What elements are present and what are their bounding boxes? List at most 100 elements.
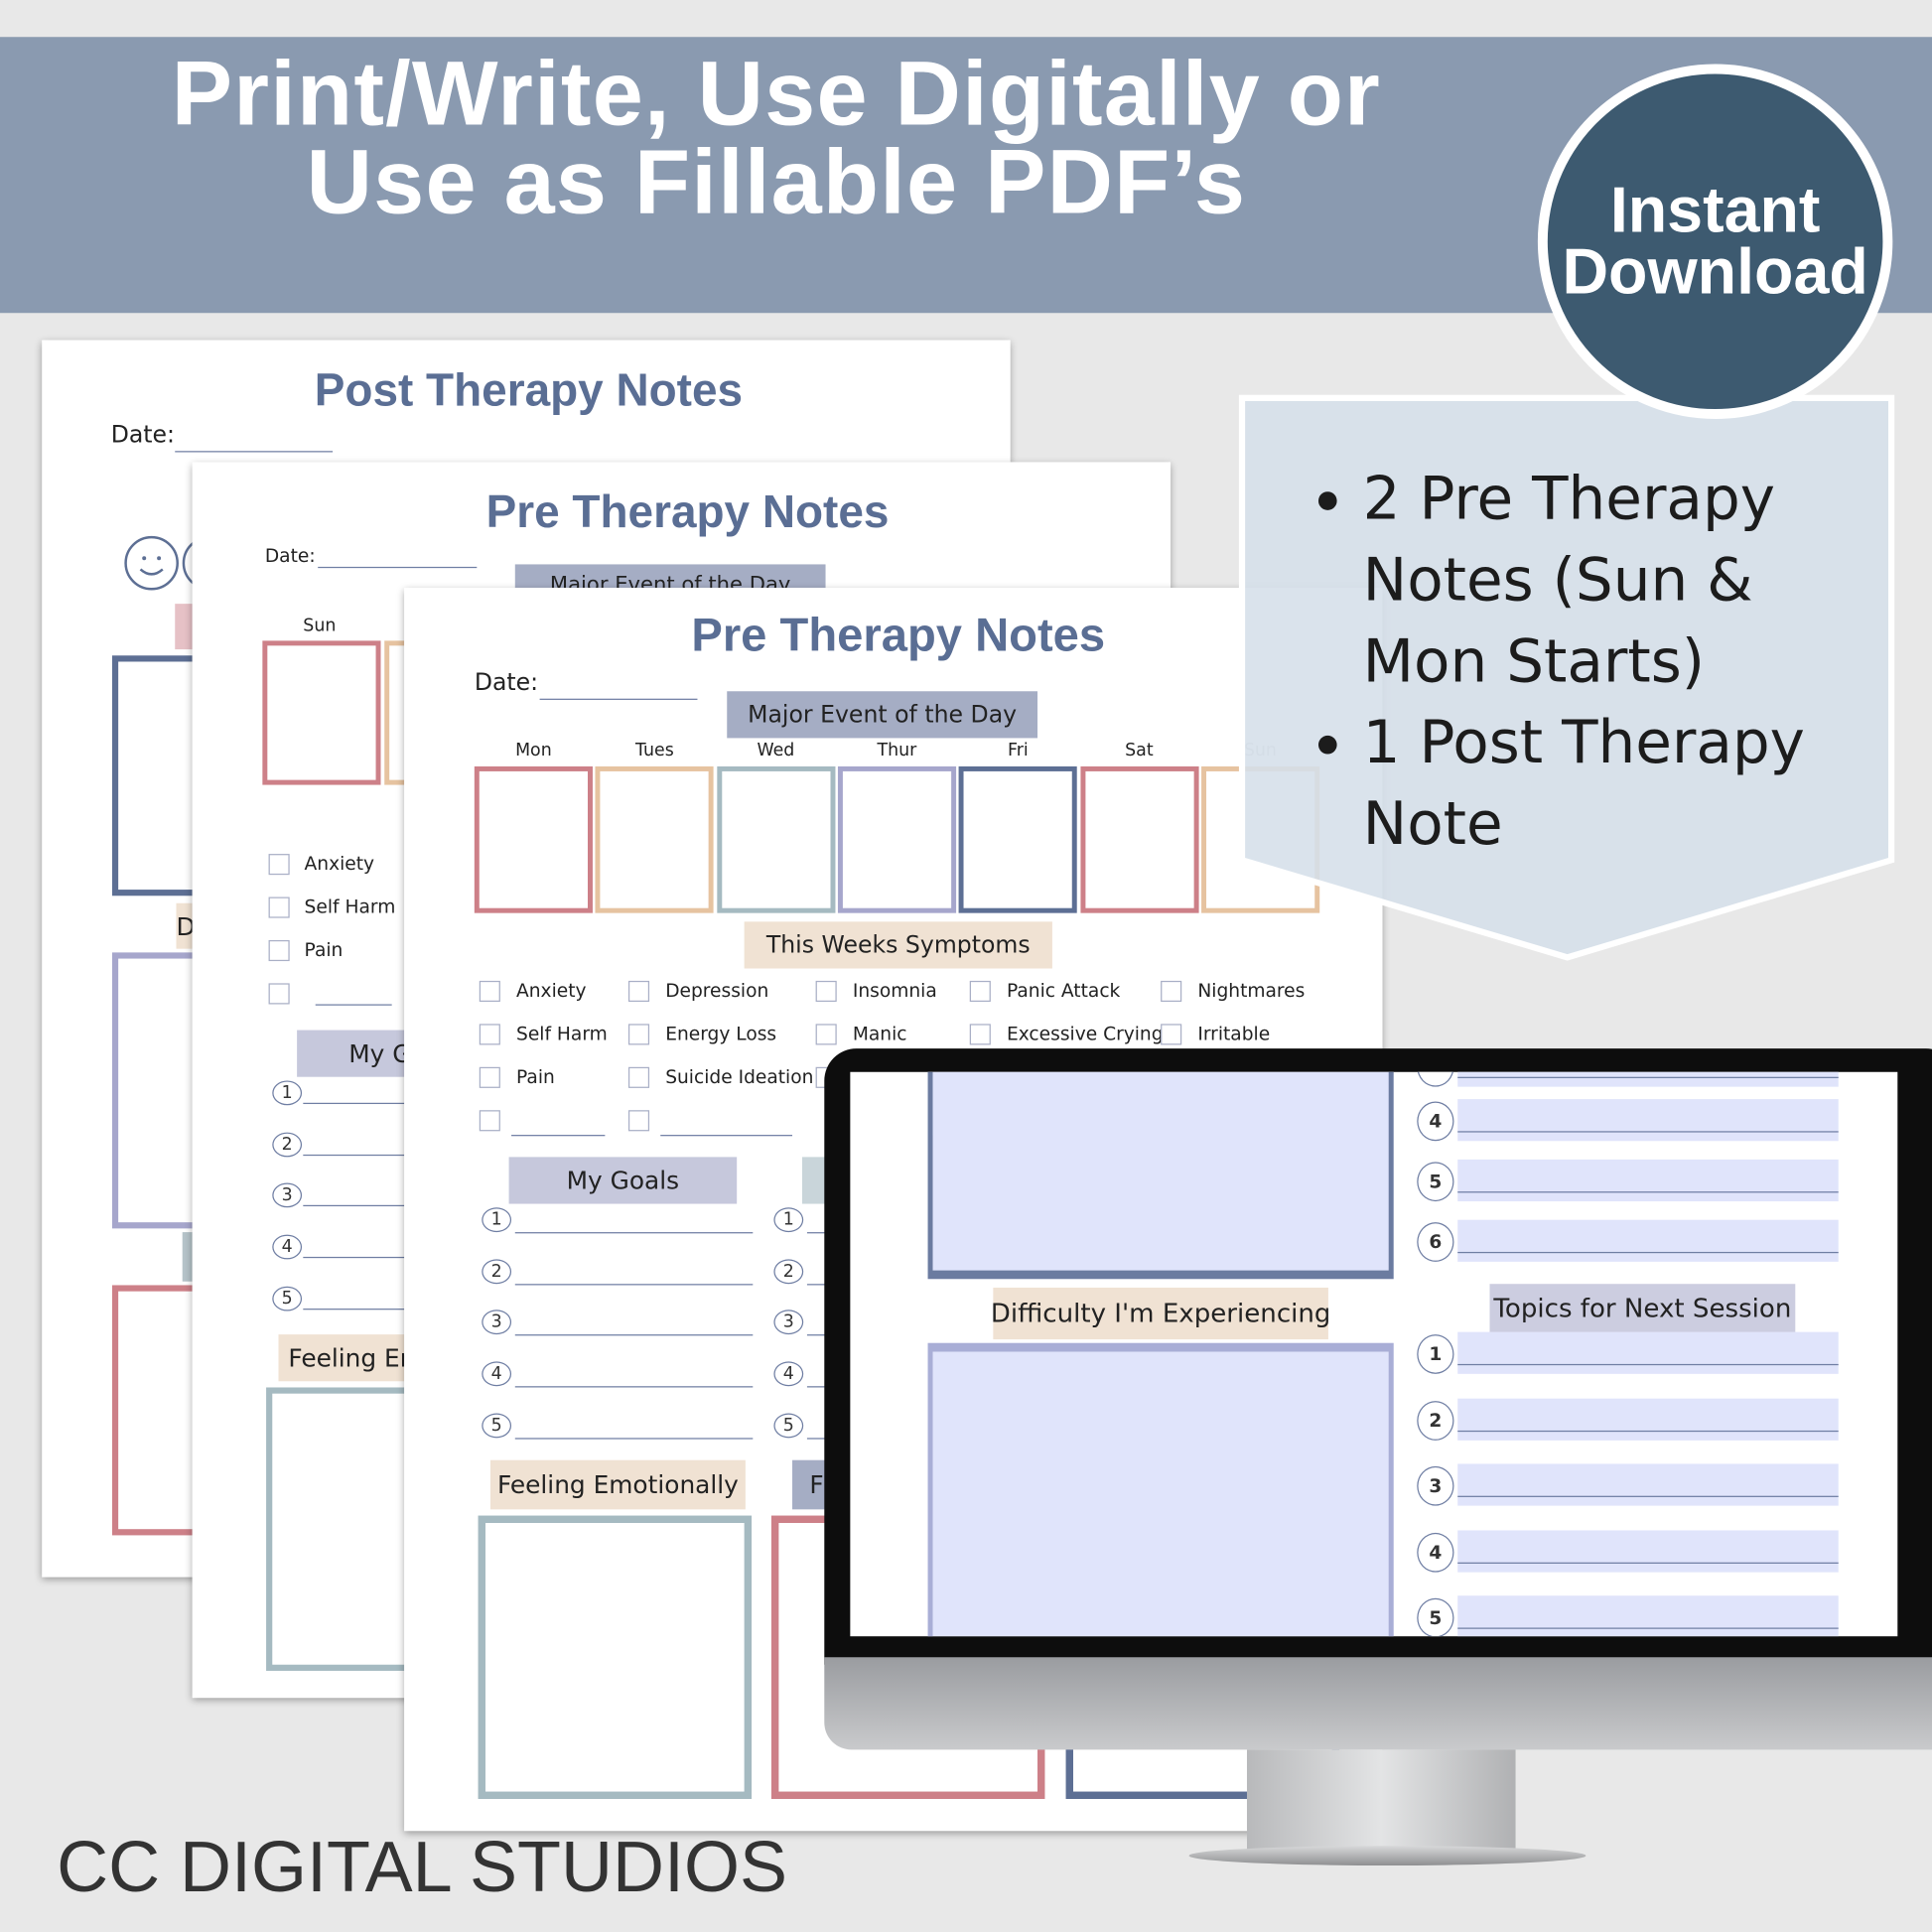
checkbox[interactable] [627,1024,650,1045]
fillable-line-field[interactable] [1457,1463,1839,1506]
feeling-box[interactable] [478,1515,753,1800]
day-box-wed[interactable] [716,765,835,913]
day-box-thur[interactable] [837,765,956,913]
symptom-label: Nightmares [1197,979,1306,1003]
day-label: Mon [515,740,552,760]
banner-title: Print/Write, Use Digitally or Use as Fil… [0,42,1553,227]
section-label: This Weeks Symptoms [744,921,1052,969]
checkbox[interactable] [268,854,290,876]
custom-symptom-field[interactable] [660,1135,793,1137]
date-label: Date: [264,544,316,567]
line [1457,1131,1839,1133]
goal-number: 1 [482,1207,512,1233]
fillable-line-field[interactable] [1457,1071,1839,1087]
goal-line[interactable] [514,1438,754,1440]
goal-number: 3 [773,1310,804,1335]
goal-number: 1 [272,1080,303,1106]
day-label: Sun [303,616,337,636]
fillable-line-field[interactable] [1457,1398,1839,1441]
symptom-label: Panic Attack [1006,979,1121,1003]
fillable-line-field[interactable] [1457,1530,1839,1573]
checkbox[interactable] [479,980,500,1003]
date-field[interactable] [175,451,334,453]
checkbox[interactable] [627,980,650,1003]
line [1457,1430,1839,1432]
goal-number: 5 [773,1413,804,1439]
goal-line[interactable] [514,1283,754,1286]
feature-item: 1 Post Therapy Note [1363,702,1832,865]
checkbox[interactable] [268,939,290,962]
goal-number: 2 [482,1259,512,1284]
goal-number: 3 [482,1310,512,1335]
checkbox[interactable] [479,1024,500,1045]
checkbox[interactable] [268,983,290,1005]
fillable-line-field[interactable] [1457,1099,1839,1142]
checkbox[interactable] [969,980,991,1003]
fillable-text-area[interactable] [927,1071,1394,1280]
line [1457,1495,1839,1498]
goal-number: 2 [773,1259,804,1284]
symptom-label: Insomnia [852,979,937,1003]
checkbox[interactable] [1161,980,1182,1003]
day-label: Tues [635,740,674,760]
symptom-label: Anxiety [516,979,587,1003]
custom-symptom-field[interactable] [315,1004,392,1006]
symptom-label: Pain [516,1065,555,1088]
checkbox[interactable] [479,1110,500,1132]
line [1457,1076,1839,1078]
date-field[interactable] [539,698,698,700]
goal-number: 4 [482,1361,512,1387]
goal-number: 3 [272,1182,303,1208]
day-label: Wed [757,740,795,760]
date-field[interactable] [318,566,478,569]
symptom-label: Manic [852,1023,907,1045]
checkbox[interactable] [268,897,290,918]
symptom-label: Suicide Ideation [665,1065,814,1088]
item-number: 5 [1417,1598,1454,1637]
day-box[interactable] [262,640,381,785]
day-box-fri[interactable] [958,765,1077,913]
fillable-line-field[interactable] [1457,1159,1839,1202]
custom-symptom-field[interactable] [511,1135,606,1137]
page-title: Post Therapy Notes [314,364,744,416]
checkbox[interactable] [1161,1024,1182,1045]
instant-download-badge: Instant Download [1537,64,1893,419]
goal-line[interactable] [514,1386,754,1388]
checkbox[interactable] [815,1024,837,1045]
goal-number: 4 [773,1361,804,1387]
day-box-sat[interactable] [1079,765,1198,913]
item-number: 6 [1417,1222,1454,1262]
fillable-line-field[interactable] [1457,1219,1839,1262]
fillable-text-area[interactable] [927,1342,1394,1637]
checkbox[interactable] [479,1066,500,1088]
fillable-line-field[interactable] [1457,1331,1839,1374]
page-title: Pre Therapy Notes [485,486,890,538]
badge-line1: Instant [1609,175,1821,247]
goal-number: 1 [773,1207,804,1233]
checkbox[interactable] [815,980,837,1003]
page-title: Pre Therapy Notes [691,610,1106,662]
goal-line[interactable] [514,1232,754,1234]
day-label: Thur [877,740,917,760]
goal-number: 4 [272,1234,303,1260]
monitor-stand [1246,1749,1516,1852]
symptom-label: Irritable [1197,1023,1271,1045]
day-box-mon[interactable] [474,765,593,913]
badge-line2: Download [1562,236,1868,309]
smiley-face-icon[interactable] [124,535,179,591]
checkbox[interactable] [627,1110,650,1132]
banner-title-line1: Print/Write, Use Digitally or [171,42,1382,145]
checkbox[interactable] [627,1066,650,1088]
item-number [1417,1071,1454,1087]
date-label: Date: [110,421,176,449]
goal-line[interactable] [514,1334,754,1336]
day-box-tues[interactable] [595,765,714,913]
checkbox[interactable] [969,1024,991,1045]
goal-number: 5 [482,1413,512,1439]
symptom-label: Self Harm [304,896,396,918]
symptom-label: Self Harm [516,1023,608,1045]
section-label: Major Event of the Day [727,691,1038,739]
line [1457,1363,1839,1366]
symptom-label: Depression [665,979,769,1003]
fillable-line-field[interactable] [1457,1595,1839,1637]
